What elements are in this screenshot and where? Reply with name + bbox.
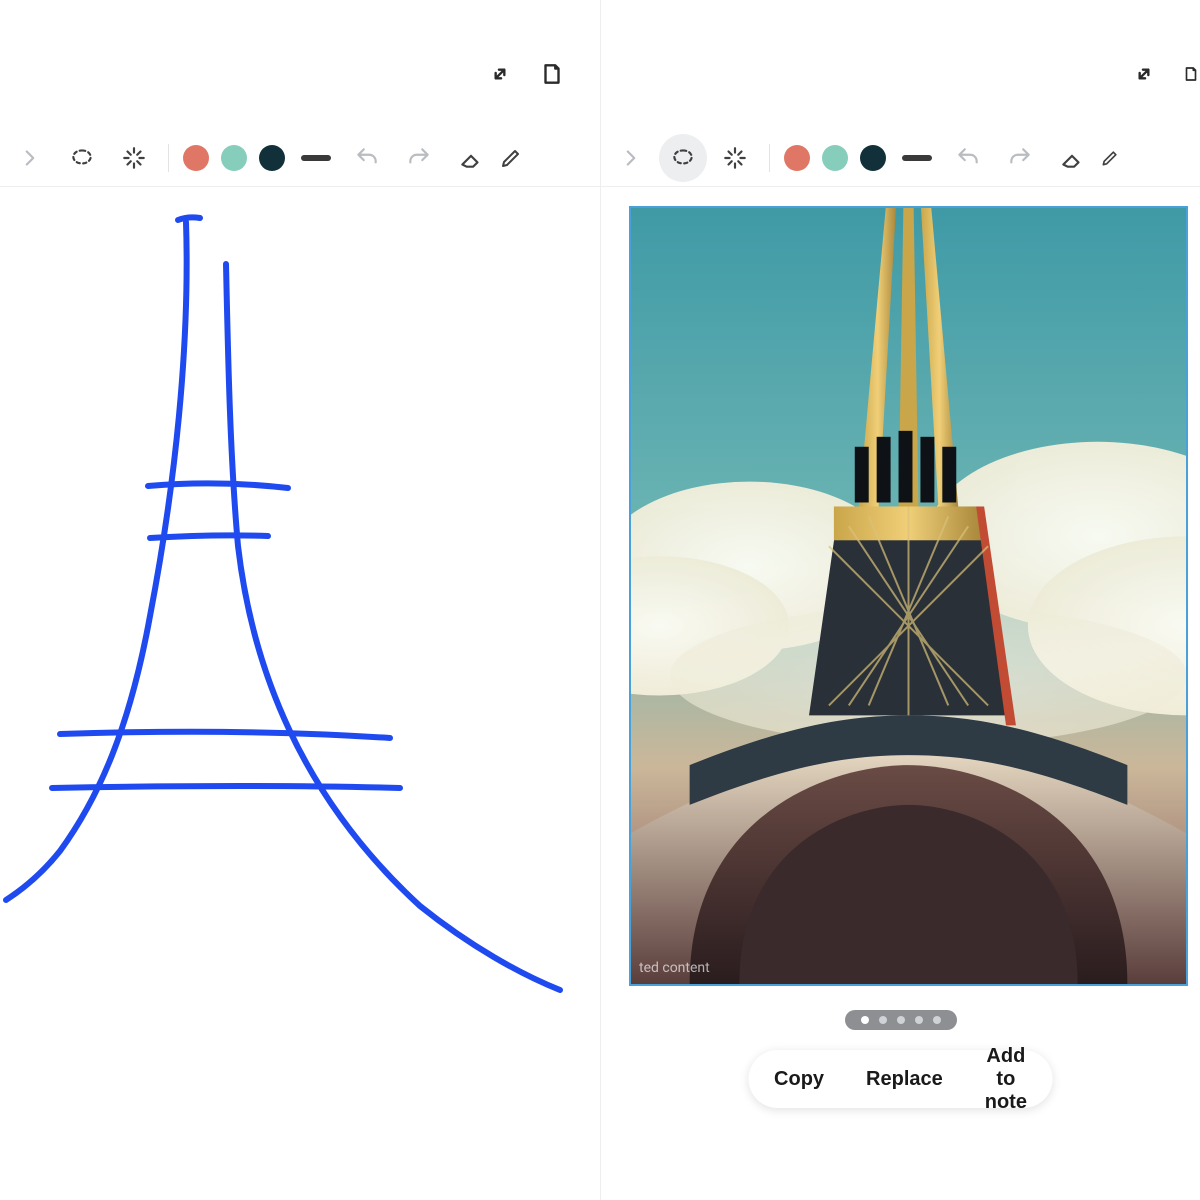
action-bar: Copy Replace Add to note	[748, 1050, 1053, 1108]
reader-icon[interactable]	[1182, 60, 1200, 88]
toolbar-left	[0, 130, 600, 187]
color-swatch-mint[interactable]	[221, 145, 247, 171]
undo-icon[interactable]	[343, 134, 391, 182]
lasso-icon[interactable]	[58, 134, 106, 182]
window-controls-right	[1130, 60, 1200, 88]
color-swatch-navy[interactable]	[860, 145, 886, 171]
redo-icon[interactable]	[996, 134, 1044, 182]
color-swatch-navy[interactable]	[259, 145, 285, 171]
pager-dot[interactable]	[915, 1016, 923, 1024]
generated-pane: ted content Copy Replace Add to note	[600, 0, 1200, 1200]
color-swatch-mint[interactable]	[822, 145, 848, 171]
pager-dot[interactable]	[897, 1016, 905, 1024]
pen-icon[interactable]	[1100, 134, 1120, 182]
sketch-canvas[interactable]	[0, 186, 600, 1200]
eraser-icon[interactable]	[447, 134, 495, 182]
expand-icon[interactable]	[486, 60, 514, 88]
chevron-right-icon[interactable]	[6, 134, 54, 182]
color-swatch-salmon[interactable]	[183, 145, 209, 171]
sketch-pane	[0, 0, 600, 1200]
chevron-right-icon[interactable]	[607, 134, 655, 182]
color-swatch-salmon[interactable]	[784, 145, 810, 171]
pager-dot[interactable]	[933, 1016, 941, 1024]
toolbar-separator	[168, 144, 169, 172]
sparkle-icon[interactable]	[110, 134, 158, 182]
result-pager[interactable]	[845, 1010, 957, 1030]
toolbar-right	[601, 130, 1200, 187]
stroke-weight-button[interactable]	[902, 155, 932, 161]
pager-dot[interactable]	[879, 1016, 887, 1024]
expand-icon[interactable]	[1130, 60, 1158, 88]
toolbar-separator	[769, 144, 770, 172]
redo-icon[interactable]	[395, 134, 443, 182]
lasso-icon[interactable]	[659, 134, 707, 182]
copy-button[interactable]: Copy	[774, 1068, 824, 1091]
replace-button[interactable]: Replace	[866, 1068, 943, 1091]
sparkle-icon[interactable]	[711, 134, 759, 182]
pen-icon[interactable]	[499, 134, 523, 182]
watermark-text: ted content	[639, 960, 710, 976]
generated-image[interactable]: ted content	[629, 206, 1188, 986]
stroke-weight-button[interactable]	[301, 155, 331, 161]
pager-dot[interactable]	[861, 1016, 869, 1024]
add-to-note-button[interactable]: Add to note	[985, 1045, 1027, 1114]
reader-icon[interactable]	[538, 60, 566, 88]
eraser-icon[interactable]	[1048, 134, 1096, 182]
window-controls-left	[486, 60, 566, 88]
undo-icon[interactable]	[944, 134, 992, 182]
